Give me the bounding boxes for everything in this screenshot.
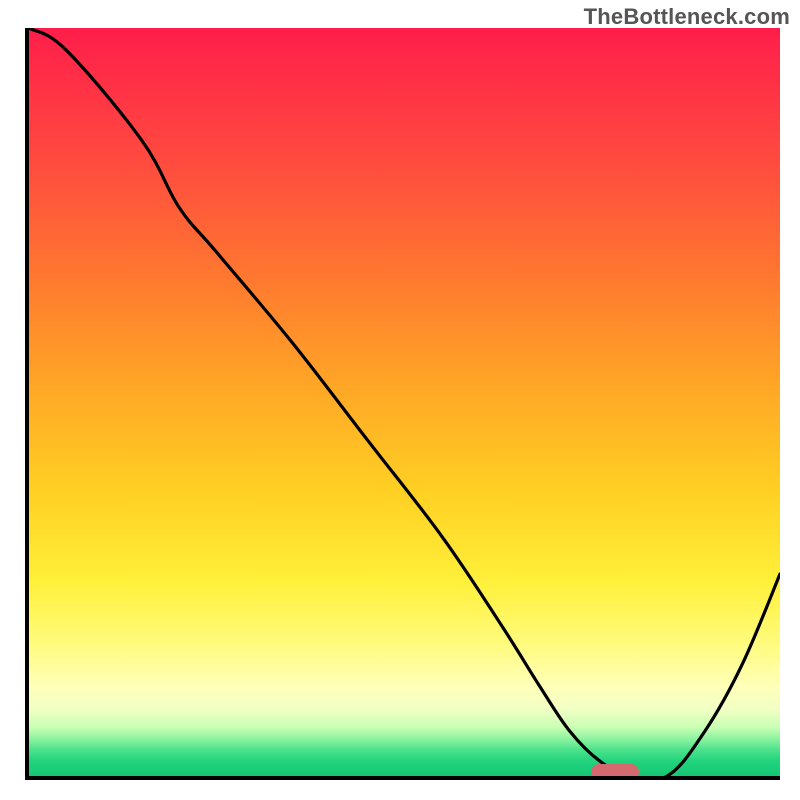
attribution-text: TheBottleneck.com <box>584 4 790 30</box>
bottleneck-chart: TheBottleneck.com <box>0 0 800 800</box>
plot-area <box>25 28 780 780</box>
optimal-marker <box>591 764 639 780</box>
bottleneck-curve <box>29 28 780 776</box>
curve-svg <box>29 28 780 776</box>
